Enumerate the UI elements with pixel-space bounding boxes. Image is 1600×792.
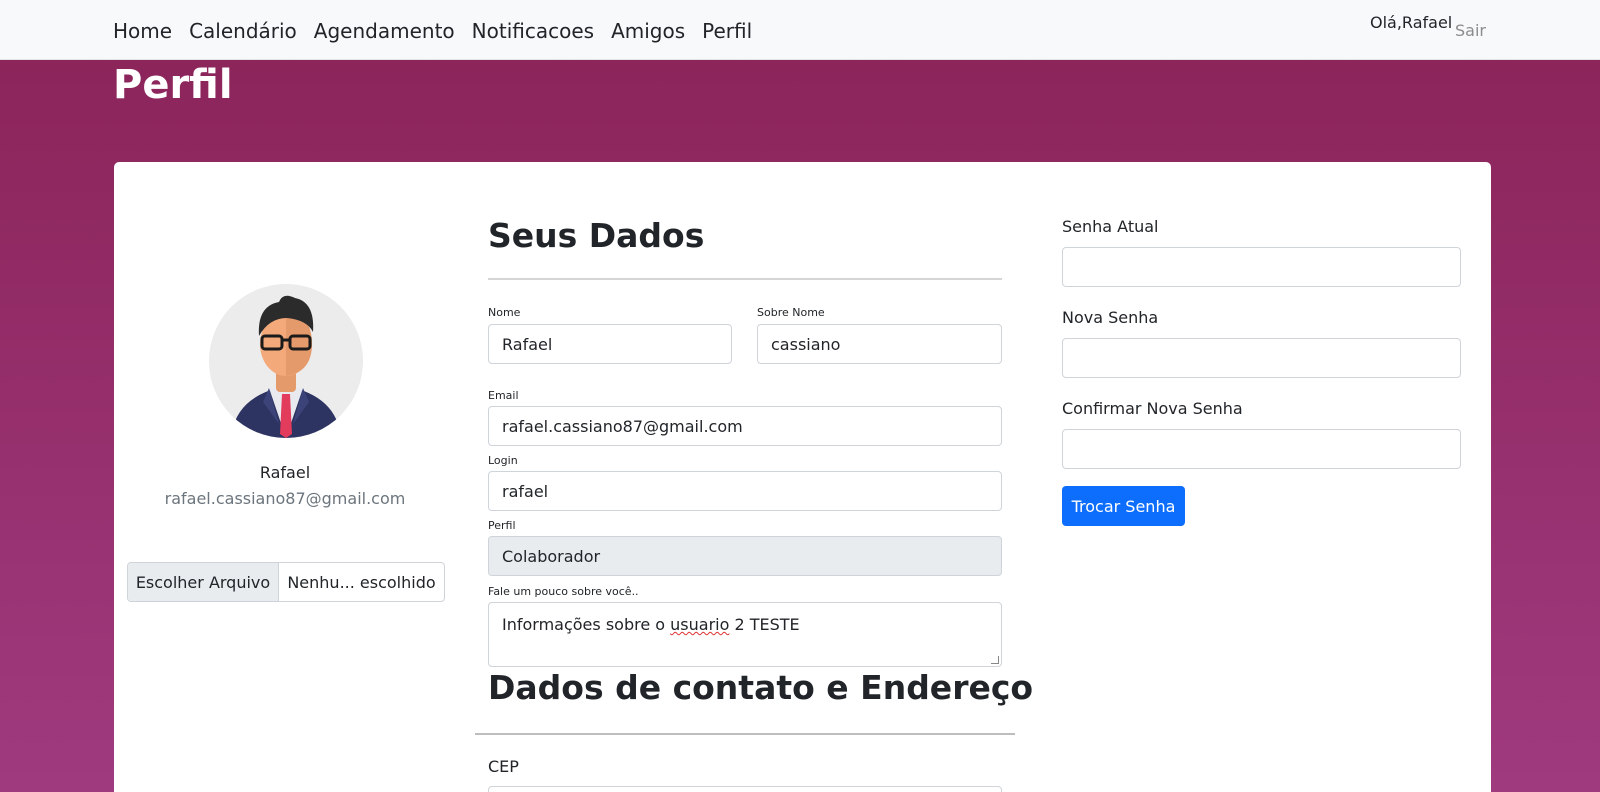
confirmar-senha-field[interactable]: [1062, 429, 1461, 469]
divider: [488, 278, 1002, 280]
nav-item-calendario[interactable]: Calendário: [189, 17, 297, 45]
trocar-senha-button[interactable]: Trocar Senha: [1062, 486, 1185, 526]
senha-atual-field[interactable]: [1062, 247, 1461, 287]
sobre-textarea[interactable]: Informações sobre o usuario 2 TESTE: [488, 602, 1002, 667]
file-status: Nenhu... escolhido: [287, 572, 436, 592]
sobre-text-pre: Informações sobre o: [502, 615, 671, 634]
avatar: [209, 284, 363, 438]
sobrenome-field[interactable]: cassiano: [757, 324, 1002, 364]
cep-label: CEP: [488, 757, 519, 776]
email-field[interactable]: rafael.cassiano87@gmail.com: [488, 406, 1002, 446]
page-title: Perfil: [113, 62, 233, 108]
resize-handle[interactable]: [991, 656, 999, 664]
sobrenome-label: Sobre Nome: [757, 306, 825, 319]
cep-field[interactable]: [488, 786, 1002, 792]
user-greeting: Olá,Rafael: [1370, 13, 1453, 32]
perfil-label: Perfil: [488, 519, 516, 532]
navbar: Home Calendário Agendamento Notificacoes…: [0, 0, 1600, 60]
sobre-label: Fale um pouco sobre você..: [488, 585, 639, 598]
nova-senha-field[interactable]: [1062, 338, 1461, 378]
nav-item-amigos[interactable]: Amigos: [611, 17, 685, 45]
senha-atual-label: Senha Atual: [1062, 217, 1159, 236]
avatar-illustration: [209, 284, 363, 438]
login-field[interactable]: rafael: [488, 471, 1002, 511]
nome-field[interactable]: Rafael: [488, 324, 732, 364]
nav-item-perfil[interactable]: Perfil: [702, 17, 752, 45]
divider: [475, 733, 1015, 735]
confirmar-senha-label: Confirmar Nova Senha: [1062, 399, 1243, 418]
email-label: Email: [488, 389, 519, 402]
nova-senha-label: Nova Senha: [1062, 308, 1159, 327]
sobre-text-misspelled: usuario: [670, 615, 730, 634]
nome-label: Nome: [488, 306, 521, 319]
perfil-field: Colaborador: [488, 536, 1002, 576]
avatar-file-input[interactable]: Escolher Arquivo Nenhu... escolhido: [127, 562, 445, 602]
contato-heading: Dados de contato e Endereço: [488, 668, 1034, 707]
login-label: Login: [488, 454, 518, 467]
sobre-text-post: 2 TESTE: [729, 615, 800, 634]
profile-email: rafael.cassiano87@gmail.com: [164, 489, 406, 508]
nav-item-home[interactable]: Home: [113, 17, 172, 45]
choose-file-button[interactable]: Escolher Arquivo: [128, 563, 279, 601]
seus-dados-heading: Seus Dados: [488, 216, 705, 255]
profile-name: Rafael: [259, 463, 311, 482]
nav-item-agendamento[interactable]: Agendamento: [314, 17, 455, 45]
nav-item-notificacoes[interactable]: Notificacoes: [472, 17, 594, 45]
logout-link[interactable]: Sair: [1455, 21, 1486, 40]
nav-links: Home Calendário Agendamento Notificacoes…: [113, 17, 769, 45]
